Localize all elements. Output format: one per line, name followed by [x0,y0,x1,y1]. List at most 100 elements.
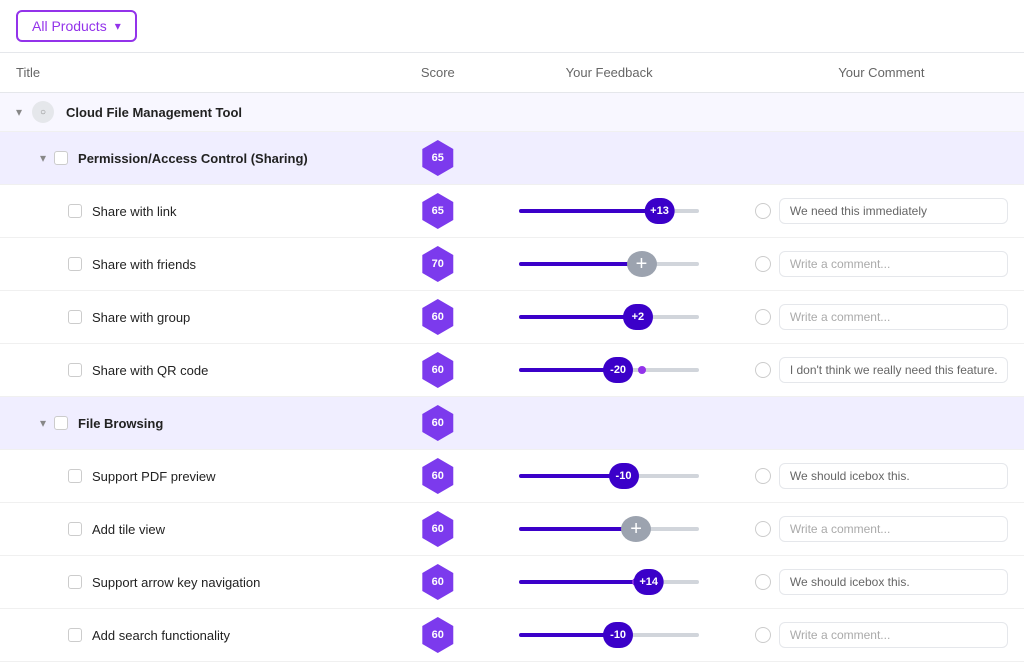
comment-cell [739,503,1024,556]
row-checkbox[interactable] [68,628,82,642]
subgroup-score-cell: 65 [396,132,479,185]
feedback-cell: + [479,503,738,556]
comment-input[interactable] [779,569,1008,595]
row-checkbox[interactable] [68,575,82,589]
feedback-cell: +14 [479,556,738,609]
comment-row [755,304,1008,330]
row-title-cell: Add tile view [0,503,396,556]
hex-badge: 65 [420,193,456,229]
comment-cell [739,291,1024,344]
row-checkbox[interactable] [68,469,82,483]
table-row: Share with friends 70+ [0,238,1024,291]
hex-badge: 60 [420,564,456,600]
comment-input[interactable] [779,251,1008,277]
radio-circle[interactable] [755,521,771,537]
comment-input[interactable] [779,516,1008,542]
feedback-cell: +13 [479,185,738,238]
product-dropdown[interactable]: All Products ▾ [16,10,137,42]
slider-wrap[interactable]: +14 [519,568,699,596]
comment-input[interactable] [779,622,1008,648]
row-score-cell: 60 [396,291,479,344]
table-row: Add tile view 60 + [0,503,1024,556]
row-label: Add search functionality [92,628,230,643]
comment-cell [739,238,1024,291]
feedback-cell: + [479,238,738,291]
subgroup-checkbox[interactable] [54,151,68,165]
hex-badge: 60 [420,617,456,653]
row-title-cell: Share with group [0,291,396,344]
radio-circle[interactable] [755,362,771,378]
comment-input[interactable] [779,463,1008,489]
comment-input[interactable] [779,304,1008,330]
score-bubble[interactable]: -10 [603,622,633,648]
row-checkbox[interactable] [68,363,82,377]
score-bubble[interactable]: + [621,516,651,542]
slider-wrap[interactable]: +13 [519,197,699,225]
hex-badge: 60 [420,405,456,441]
table-row: Share with QR code 60-20 [0,344,1024,397]
comment-row [755,198,1008,224]
radio-circle[interactable] [755,627,771,643]
slider-wrap[interactable]: + [519,250,699,278]
subgroup-comment-cell [739,132,1024,185]
table-row: Support arrow key navigation 60+14 [0,556,1024,609]
comment-input[interactable] [779,198,1008,224]
table-row: Share with group 60 +2 [0,291,1024,344]
chevron-expand-btn[interactable]: ▾ [12,103,26,121]
main-table: Title Score Your Feedback Your Comment ▾… [0,53,1024,662]
feedback-cell: +2 [479,291,738,344]
subgroup-score-cell: 60 [396,397,479,450]
comment-row [755,622,1008,648]
score-bubble[interactable]: -20 [603,357,633,383]
radio-circle[interactable] [755,309,771,325]
row-checkbox[interactable] [68,204,82,218]
track-filled [519,315,631,319]
row-label: Add tile view [92,522,165,537]
slider-wrap[interactable]: +2 [519,303,699,331]
subgroup-label: File Browsing [78,416,163,431]
comment-cell [739,556,1024,609]
slider-wrap[interactable]: -10 [519,462,699,490]
track-filled [519,580,636,584]
subgroup-feedback-cell [479,397,738,450]
comment-row [755,463,1008,489]
chevron-expand-btn[interactable]: ▾ [36,149,50,167]
group-avatar: ○ [32,101,54,123]
comment-row [755,516,1008,542]
row-checkbox[interactable] [68,310,82,324]
score-bubble[interactable]: -10 [609,463,639,489]
row-label: Support PDF preview [92,469,216,484]
slider-wrap[interactable]: -10 [519,621,699,649]
subgroup-title-cell: ▾ File Browsing [0,397,396,450]
row-checkbox[interactable] [68,522,82,536]
radio-circle[interactable] [755,203,771,219]
radio-circle[interactable] [755,468,771,484]
dot-marker [638,366,646,374]
col-comment: Your Comment [739,53,1024,93]
row-title-cell: Share with link [0,185,396,238]
track-filled [519,209,649,213]
row-checkbox[interactable] [68,257,82,271]
subgroup-label: Permission/Access Control (Sharing) [78,151,308,166]
slider-wrap[interactable]: + [519,515,699,543]
col-title: Title [0,53,396,93]
row-title-cell: Share with friends [0,238,396,291]
table-row: Add search functionality 60 -10 [0,609,1024,662]
subgroup-title-cell: ▾ Permission/Access Control (Sharing) [0,132,396,185]
dropdown-label: All Products [32,18,107,34]
comment-input[interactable] [779,357,1008,383]
row-title-cell: Share with QR code [0,344,396,397]
slider-wrap[interactable]: -20 [519,356,699,384]
score-bubble[interactable]: + [627,251,657,277]
row-title-cell: Add search functionality [0,609,396,662]
track-filled [519,262,636,266]
score-bubble[interactable]: +14 [633,569,664,595]
score-bubble[interactable]: +2 [623,304,653,330]
score-bubble[interactable]: +13 [644,198,675,224]
hex-badge: 60 [420,511,456,547]
comment-cell [739,344,1024,397]
radio-circle[interactable] [755,256,771,272]
chevron-expand-btn[interactable]: ▾ [36,414,50,432]
subgroup-checkbox[interactable] [54,416,68,430]
radio-circle[interactable] [755,574,771,590]
